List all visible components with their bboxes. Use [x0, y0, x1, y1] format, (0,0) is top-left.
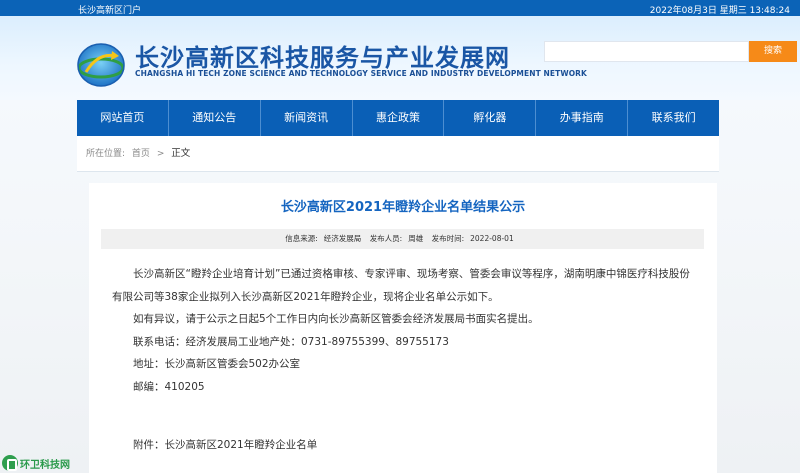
site-subtitle: CHANGSHA HI TECH ZONE SCIENCE AND TECHNO… [135, 69, 587, 78]
nav-item-guide[interactable]: 办事指南 [536, 100, 629, 136]
breadcrumb: 所在位置: 首页 > 正文 [77, 136, 719, 172]
article-body: 长沙高新区“瞪羚企业培育计划”已通过资格审核、专家评审、现场考察、管委会审议等程… [112, 263, 692, 457]
meta-time: 2022-08-01 [470, 234, 514, 243]
article-title: 长沙高新区2021年瞪羚企业名单结果公示 [280, 200, 526, 215]
globe-arrow-logo-icon[interactable] [76, 40, 126, 90]
top-bar: 长沙高新区门户 2022年08月3日 星期三 13:48:24 [0, 0, 800, 16]
current-datetime: 2022年08月3日 星期三 13:48:24 [649, 6, 790, 16]
nav-item-news[interactable]: 新闻资讯 [261, 100, 353, 136]
meta-source: 经济发展局 [323, 234, 362, 243]
meta-source-label: 信息来源: [285, 234, 318, 243]
paragraph-postcode: 邮编：410205 [133, 380, 205, 393]
paragraph-objection: 如有异议，请于公示之日起5个工作日内向长沙高新区管委会经济发展局书面实名提出。 [133, 313, 539, 325]
main-nav: 网站首页 通知公告 新闻资讯 惠企政策 孵化器 办事指南 联系我们 [77, 100, 719, 136]
portal-link[interactable]: 长沙高新区门户 [78, 3, 141, 16]
nav-item-incubator[interactable]: 孵化器 [444, 100, 537, 136]
paragraph-intro: 长沙高新区“瞪羚企业培育计划”已通过资格审核、专家评审、现场考察、管委会审议等程… [112, 268, 690, 303]
search-button[interactable]: 搜索 [749, 41, 797, 62]
nav-item-home[interactable]: 网站首页 [77, 100, 169, 136]
search-input[interactable] [544, 41, 749, 62]
attachment-link[interactable]: 附件：长沙高新区2021年瞪羚企业名单 [112, 434, 692, 457]
breadcrumb-current: 正文 [171, 148, 191, 159]
search-bar: 搜索 [544, 41, 797, 62]
breadcrumb-home-link[interactable]: 首页 [132, 149, 150, 159]
article-meta: 信息来源: 经济发展局 发布人员: 周雄 发布时间: 2022-08-01 [101, 229, 704, 249]
paragraph-address: 地址：长沙高新区管委会502办公室 [133, 358, 301, 370]
site-header: 长沙高新区科技服务与产业发展网 CHANGSHA HI TECH ZONE SC… [0, 16, 800, 100]
nav-item-policies[interactable]: 惠企政策 [353, 100, 445, 136]
site-title: 长沙高新区科技服务与产业发展网 [135, 44, 510, 72]
meta-publisher: 周雄 [408, 234, 424, 243]
breadcrumb-separator: > [156, 149, 165, 159]
watermark-text: 环卫科技网 [20, 459, 70, 471]
paragraph-phone: 联系电话：经济发展局工业地产处：0731-89755399、89755173 [133, 335, 449, 348]
article-panel: 长沙高新区2021年瞪羚企业名单结果公示 信息来源: 经济发展局 发布人员: 周雄 … [89, 183, 717, 473]
meta-time-label: 发布时间: [431, 234, 465, 243]
watermark: 环卫科技网 [0, 453, 76, 473]
nav-item-contact[interactable]: 联系我们 [628, 100, 719, 136]
nav-item-notices[interactable]: 通知公告 [169, 100, 261, 136]
meta-publisher-label: 发布人员: [369, 234, 403, 243]
breadcrumb-prefix: 所在位置: [86, 149, 126, 159]
huanwei-logo-icon [2, 455, 18, 471]
